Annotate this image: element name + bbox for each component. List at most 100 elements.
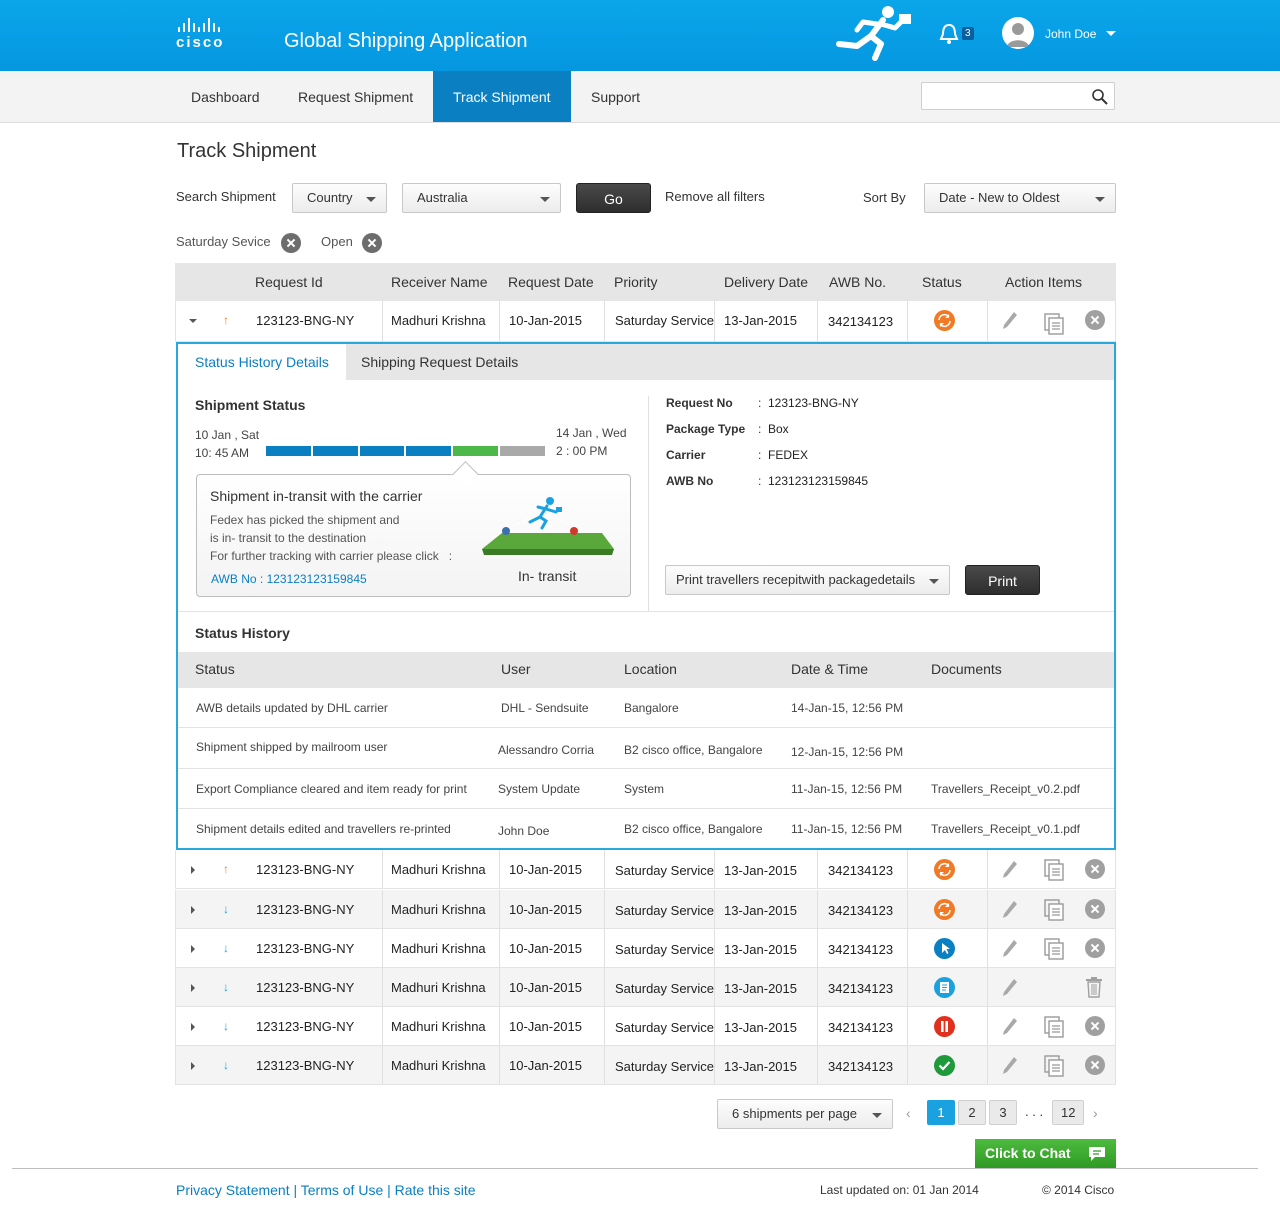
cancel-shipment-icon[interactable] [1085, 899, 1105, 919]
user-avatar[interactable] [1002, 17, 1034, 49]
edit-pencil-icon[interactable] [1002, 859, 1018, 879]
footer-links[interactable]: Privacy Statement | Terms of Use | Rate … [176, 1182, 476, 1198]
go-button[interactable]: Go [576, 183, 651, 213]
click-to-chat-button[interactable]: Click to Chat [975, 1139, 1116, 1168]
col-status[interactable]: Status [922, 274, 962, 290]
trash-icon[interactable] [1085, 976, 1103, 998]
page-last[interactable]: 12 [1052, 1100, 1085, 1125]
col-priority[interactable]: Priority [614, 274, 658, 290]
search-icon[interactable] [1091, 88, 1109, 106]
cell-request-date: 10-Jan-2015 [509, 1058, 582, 1073]
document-status-icon[interactable] [934, 977, 955, 998]
print-button[interactable]: Print [965, 565, 1040, 595]
cell-priority: Saturday Service [615, 313, 714, 328]
col-request-date[interactable]: Request Date [508, 274, 594, 290]
edit-pencil-icon[interactable] [1002, 977, 1018, 997]
in-transit-status-icon[interactable] [934, 899, 955, 920]
table-row[interactable]: ↑ 123123-BNG-NY Madhuri Krishna 10-Jan-2… [175, 301, 1116, 342]
copy-document-icon[interactable] [1044, 1055, 1064, 1077]
cancel-shipment-icon[interactable] [1085, 1055, 1105, 1075]
cell-request-id[interactable]: 123123-BNG-NY [256, 862, 354, 877]
history-col-location: Location [624, 661, 677, 677]
cancel-shipment-icon[interactable] [1085, 310, 1105, 330]
remove-chip-icon[interactable] [281, 233, 301, 253]
info-carrier: FEDEX [768, 448, 809, 462]
history-document-link[interactable]: Travellers_Receipt_v0.1.pdf [931, 822, 1080, 836]
cell-request-id[interactable]: 123123-BNG-NY [256, 980, 354, 995]
cancel-shipment-icon[interactable] [1085, 1016, 1105, 1036]
cell-request-id[interactable]: 123123-BNG-NY [256, 902, 354, 917]
in-transit-status-icon[interactable] [934, 859, 955, 880]
copy-document-icon[interactable] [1044, 938, 1064, 960]
table-row[interactable]: ↓ 123123-BNG-NY Madhuri Krishna 10-Jan-2015… [175, 1046, 1116, 1085]
table-row[interactable]: ↓ 123123-BNG-NY Madhuri Krishna 10-Jan-2015… [175, 929, 1116, 968]
edit-pencil-icon[interactable] [1002, 310, 1018, 330]
expand-row-icon[interactable] [191, 866, 195, 874]
col-receiver-name[interactable]: Receiver Name [391, 274, 487, 290]
copy-document-icon[interactable] [1044, 1016, 1064, 1038]
edit-pencil-icon[interactable] [1002, 899, 1018, 919]
sort-select[interactable]: Date - New to Oldest [924, 183, 1116, 213]
edit-pencil-icon[interactable] [1002, 1055, 1018, 1075]
cell-request-id[interactable]: 123123-BNG-NY [256, 313, 354, 328]
collapse-row-icon[interactable] [189, 319, 197, 323]
cell-request-id[interactable]: 123123-BNG-NY [256, 941, 354, 956]
tab-shipping-request[interactable]: Shipping Request Details [344, 344, 535, 380]
remove-all-filters-link[interactable]: Remove all filters [665, 189, 765, 204]
user-menu-caret-icon[interactable] [1106, 31, 1116, 36]
table-row[interactable]: ↓ 123123-BNG-NY Madhuri Krishna 10-Jan-2015… [175, 890, 1116, 929]
expand-row-icon[interactable] [191, 945, 195, 953]
cancel-shipment-icon[interactable] [1085, 938, 1105, 958]
last-updated: Last updated on: 01 Jan 2014 [820, 1183, 979, 1197]
copy-document-icon[interactable] [1044, 859, 1064, 881]
nav-request-shipment[interactable]: Request Shipment [278, 71, 433, 122]
running-courier-icon [836, 6, 911, 61]
nav-dashboard[interactable]: Dashboard [171, 71, 280, 122]
next-page-icon[interactable]: › [1093, 1105, 1098, 1121]
cisco-logo[interactable]: cisco [176, 18, 224, 51]
filter-value-select[interactable]: Australia [402, 183, 561, 213]
paused-status-icon[interactable] [934, 1016, 955, 1037]
col-request-id[interactable]: Request Id [255, 274, 323, 290]
history-document-link[interactable]: Travellers_Receipt_v0.2.pdf [931, 782, 1080, 796]
filter-field-select[interactable]: Country [292, 183, 387, 213]
search-input[interactable] [928, 87, 1088, 105]
col-awb-no[interactable]: AWB No. [829, 274, 886, 290]
carrier-tracking-link[interactable]: AWB No : 123123123159845 [211, 572, 367, 586]
cell-awb: 342134123 [828, 903, 894, 918]
in-transit-status-icon[interactable] [934, 310, 955, 331]
expand-row-icon[interactable] [191, 906, 195, 914]
cell-request-id[interactable]: 123123-BNG-NY [256, 1058, 354, 1073]
expand-row-icon[interactable] [191, 1062, 195, 1070]
col-delivery-date[interactable]: Delivery Date [724, 274, 808, 290]
per-page-select[interactable]: 6 shipments per page [717, 1099, 893, 1129]
copy-document-icon[interactable] [1044, 313, 1064, 335]
cell-awb: 342134123 [828, 942, 894, 957]
copy-document-icon[interactable] [1044, 899, 1064, 921]
cell-request-id[interactable]: 123123-BNG-NY [256, 1019, 354, 1034]
history-user: Alessandro Corria [498, 743, 595, 757]
print-option-select[interactable]: Print travellers recepitwith packagedeta… [665, 565, 950, 595]
nav-track-shipment[interactable]: Track Shipment [433, 71, 571, 122]
table-row[interactable]: ↑ 123123-BNG-NY Madhuri Krishna 10-Jan-2015… [175, 850, 1116, 889]
expand-row-icon[interactable] [191, 1023, 195, 1031]
nav-support[interactable]: Support [571, 71, 660, 122]
tab-status-history[interactable]: Status History Details [178, 344, 346, 380]
cell-receiver: Madhuri Krishna [391, 1058, 486, 1073]
prev-page-icon[interactable]: ‹ [906, 1105, 911, 1121]
page-1[interactable]: 1 [927, 1100, 955, 1125]
cancel-shipment-icon[interactable] [1085, 859, 1105, 879]
user-name[interactable]: John Doe [1045, 27, 1096, 41]
edit-pencil-icon[interactable] [1002, 938, 1018, 958]
delivered-status-icon[interactable] [934, 1055, 955, 1076]
notification-bell-icon[interactable] [938, 22, 960, 46]
pointer-status-icon[interactable] [934, 938, 955, 959]
page-2[interactable]: 2 [958, 1100, 986, 1125]
remove-chip-icon[interactable] [362, 233, 382, 253]
table-row[interactable]: ↓ 123123-BNG-NY Madhuri Krishna 10-Jan-2015… [175, 968, 1116, 1007]
cell-delivery-date: 13-Jan-2015 [724, 313, 797, 328]
edit-pencil-icon[interactable] [1002, 1016, 1018, 1036]
expand-row-icon[interactable] [191, 984, 195, 992]
table-row[interactable]: ↓ 123123-BNG-NY Madhuri Krishna 10-Jan-2015… [175, 1007, 1116, 1046]
page-3[interactable]: 3 [989, 1100, 1017, 1125]
